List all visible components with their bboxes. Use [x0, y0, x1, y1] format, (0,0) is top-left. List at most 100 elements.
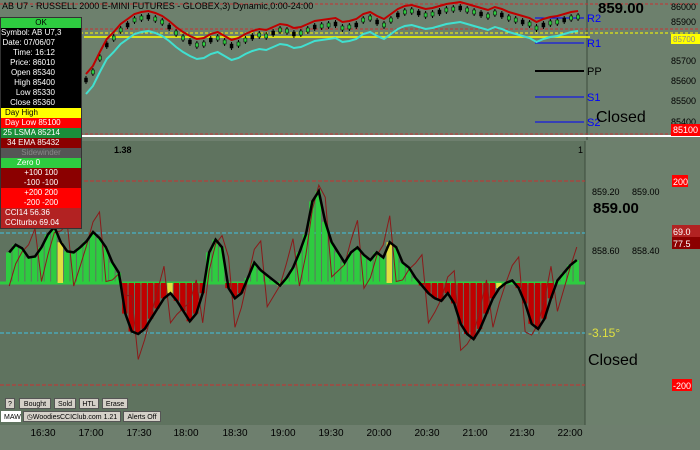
- candle-body: [319, 23, 324, 29]
- candle-body: [513, 17, 518, 23]
- cci-histogram-bar: [167, 283, 173, 294]
- candle-body: [493, 10, 497, 16]
- candle-body: [354, 22, 359, 28]
- time-axis-tick: 18:30: [222, 428, 248, 439]
- data-price: Price: 86010: [10, 58, 55, 67]
- data-date: Date: 07/06/07: [2, 38, 55, 47]
- woodies-brand-button[interactable]: ◷WoodiesCCIClub.com 1.21: [23, 411, 121, 422]
- candle-body: [527, 21, 532, 27]
- candle-body: [229, 43, 234, 49]
- cci-chart-pane[interactable]: 1.38 1 859.20 859.00 858.60 858.40 859.00 -3.15…: [0, 141, 700, 425]
- price-axis-label: 85500: [671, 96, 696, 106]
- highlight-badge-text: 85700: [673, 35, 696, 44]
- candle-body: [451, 6, 456, 12]
- candle-body: [486, 13, 490, 19]
- candle-body: [118, 27, 123, 33]
- candle-body: [236, 41, 241, 47]
- alerts-toggle-button[interactable]: Alerts Off: [123, 411, 161, 422]
- candle-body: [160, 19, 164, 25]
- time-axis: 16:30 17:00 17:30 18:00 18:30 19:00 19:30 20:00…: [0, 426, 700, 450]
- candle-body: [333, 21, 338, 27]
- price-chart-pane[interactable]: 8600085900858008570085600855008540085100…: [0, 0, 700, 140]
- candle-body: [347, 24, 352, 30]
- data-plus100: +100 100: [1, 168, 81, 178]
- candle-body: [146, 14, 151, 20]
- chart-title: AB U7 - RUSSELL 2000 E-MINI FUTURES - GL…: [2, 1, 314, 11]
- time-axis-tick: 22:00: [557, 428, 583, 439]
- pivot-label-s1: S1: [587, 92, 600, 104]
- candle-body: [174, 30, 178, 36]
- cci-histogram-bar: [354, 247, 360, 283]
- erase-button[interactable]: Erase: [102, 398, 128, 409]
- time-axis-tick: 17:00: [78, 428, 104, 439]
- pivot-label-pp: PP: [587, 66, 602, 78]
- candle-body: [520, 19, 525, 25]
- candle-body: [215, 35, 220, 41]
- candle-body: [555, 19, 560, 25]
- data-symbol: Symbol: AB U7,3: [1, 28, 62, 37]
- cci-histogram-bar: [96, 238, 102, 283]
- candle-body: [222, 39, 227, 45]
- candle-body: [382, 22, 386, 28]
- day-low-badge-text: 85100: [673, 125, 698, 135]
- time-axis-tick: 21:00: [462, 428, 488, 439]
- cci-histogram-bar: [6, 252, 12, 283]
- time-axis-tick: 19:30: [318, 428, 344, 439]
- help-button[interactable]: ?: [5, 398, 15, 409]
- time-axis-tick: 21:30: [509, 428, 535, 439]
- data-lsma: 25 LSMA 85214: [1, 128, 81, 138]
- cci-readout: 859.20: [592, 187, 620, 197]
- candle-body: [361, 17, 365, 23]
- candle-body: [285, 28, 289, 34]
- sold-button[interactable]: Sold: [54, 398, 76, 409]
- time-axis-tick: 20:30: [414, 428, 440, 439]
- cci-histogram-bar: [534, 283, 541, 329]
- pivot-label-r1: R1: [587, 38, 601, 50]
- cci-pane-number: 1: [578, 145, 583, 155]
- candle-body: [209, 37, 213, 43]
- cci-histogram-bar: [25, 257, 31, 283]
- data-ok-button[interactable]: OK: [1, 18, 81, 28]
- price-axis-label: 85700: [671, 56, 696, 66]
- data-sidewinder: Sidewinder: [1, 148, 81, 158]
- cci-value-label: -3.15°: [588, 326, 620, 340]
- bought-button[interactable]: Bought: [19, 398, 51, 409]
- candle-body: [437, 9, 442, 15]
- candle-body: [444, 7, 449, 13]
- candle-body: [111, 35, 116, 41]
- data-window[interactable]: OK Symbol: AB U7,3 Date: 07/06/07 Time: …: [0, 17, 82, 229]
- badge-plus200-text: 200: [673, 177, 688, 187]
- time-axis-tick: 19:00: [270, 428, 296, 439]
- candle-body: [576, 14, 580, 20]
- price-chart-svg: 8600085900858008570085600855008540085100…: [0, 0, 700, 140]
- candle-body: [257, 32, 262, 38]
- candle-body: [299, 30, 303, 36]
- cci-histogram-bar: [31, 256, 38, 283]
- candle-body: [264, 33, 268, 39]
- candle-body: [292, 31, 296, 37]
- data-minus200: -200 -200: [1, 198, 81, 208]
- candle-body: [562, 17, 566, 23]
- candle-body: [396, 12, 400, 18]
- price-axis-label: 86000: [671, 2, 696, 12]
- candle-body: [472, 9, 476, 15]
- candle-body: [167, 24, 171, 30]
- data-zero: Zero 0: [1, 158, 81, 168]
- candle-body: [465, 7, 469, 13]
- data-high: High 85400: [14, 78, 55, 87]
- candle-body: [368, 15, 372, 21]
- candle-body: [306, 27, 310, 33]
- candle-body: [84, 77, 88, 83]
- candle-body: [105, 42, 109, 48]
- price-axis-label: 85600: [671, 76, 696, 86]
- htl-button[interactable]: HTL: [79, 398, 99, 409]
- brand-text: WoodiesCCIClub.com 1.21: [32, 414, 118, 421]
- cci-histogram-bar: [334, 252, 341, 283]
- cci-histogram-bar: [89, 232, 96, 283]
- current-price-readout: 859.00: [598, 0, 644, 17]
- maw-button[interactable]: MAW: [1, 411, 21, 422]
- candle-body: [326, 22, 331, 28]
- candle-body: [271, 30, 275, 36]
- candle-body: [375, 19, 379, 25]
- candle-body: [389, 17, 393, 23]
